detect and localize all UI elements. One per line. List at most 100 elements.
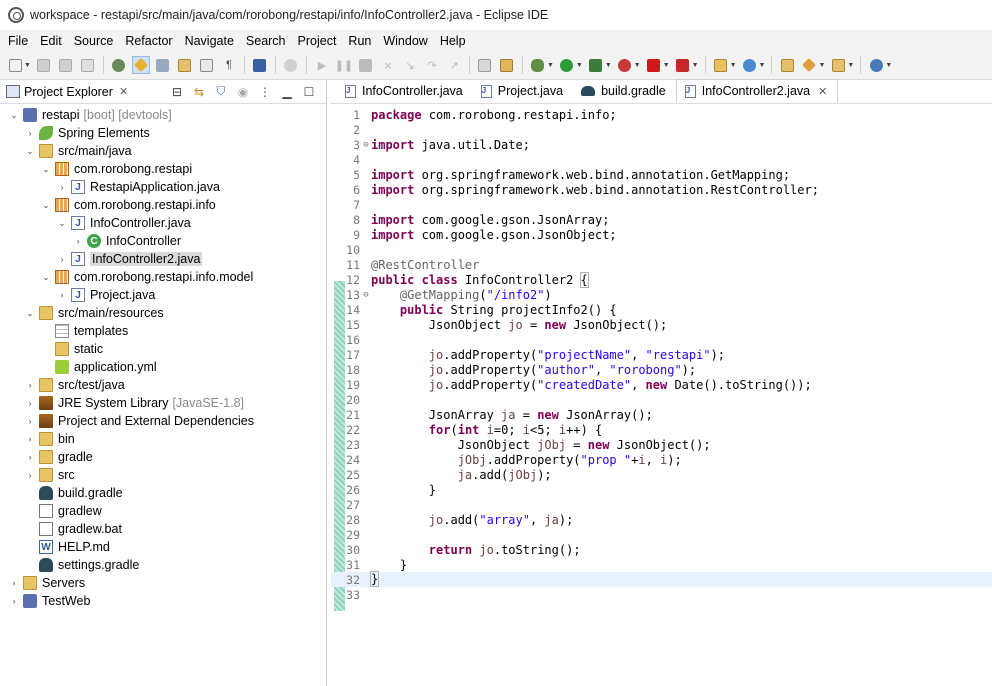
collapse-all-icon[interactable]: ⊟: [168, 83, 186, 101]
run-icon[interactable]: [558, 56, 576, 74]
code-area[interactable]: 1 package com.rorobong.restapi.info; 2 3 ⊖ im…: [331, 104, 992, 686]
tree-item[interactable]: ⌄ com.rorobong.restapi.info.model: [0, 268, 326, 286]
external-tools-icon[interactable]: [616, 56, 634, 74]
fold-toggle-icon[interactable]: ⊖: [361, 290, 371, 300]
code-line[interactable]: 8 import com.google.gson.JsonArray;: [331, 212, 992, 227]
menu-edit[interactable]: Edit: [34, 31, 68, 51]
menu-navigate[interactable]: Navigate: [179, 31, 240, 51]
tree-item[interactable]: › TestWeb: [0, 592, 326, 610]
drop-to-frame-icon[interactable]: [476, 56, 494, 74]
step-return-icon[interactable]: ↗: [445, 56, 463, 74]
toggle-block-selection-icon[interactable]: [154, 56, 172, 74]
new-dropdown-icon[interactable]: ▼: [24, 62, 31, 69]
save-icon[interactable]: [35, 56, 53, 74]
open-project-icon[interactable]: [778, 56, 796, 74]
coverage-icon[interactable]: [587, 56, 605, 74]
open-folder-dropdown-icon[interactable]: ▼: [847, 62, 854, 69]
suspend-icon[interactable]: ❚❚: [335, 56, 353, 74]
debug-icon[interactable]: [529, 56, 547, 74]
web-browser-dropdown-icon[interactable]: ▼: [885, 62, 892, 69]
editor-tab[interactable]: J Project.java: [473, 79, 573, 103]
search-tool-icon[interactable]: [800, 56, 818, 74]
stop-icon[interactable]: [645, 56, 663, 74]
tree-item[interactable]: ⌄ restapi [boot] [devtools]: [0, 106, 326, 124]
code-line[interactable]: 17 jo.addProperty("projectName", "restap…: [331, 347, 992, 362]
tree-item[interactable]: › bin: [0, 430, 326, 448]
expand-chevron-icon[interactable]: ⌄: [56, 217, 68, 229]
expand-chevron-icon[interactable]: ⌄: [24, 307, 36, 319]
stop-dropdown-icon[interactable]: ▼: [663, 62, 670, 69]
menu-run[interactable]: Run: [342, 31, 377, 51]
open-folder-icon[interactable]: [829, 56, 847, 74]
tree-item[interactable]: › Project and External Dependencies: [0, 412, 326, 430]
collapsed-chevron-icon[interactable]: ›: [72, 235, 84, 247]
collapsed-chevron-icon[interactable]: ›: [56, 181, 68, 193]
tree-item[interactable]: › Servers: [0, 574, 326, 592]
tree-item[interactable]: › J InfoController2.java: [0, 250, 326, 268]
mark-occurrences-icon[interactable]: [131, 56, 150, 74]
code-line[interactable]: 4: [331, 152, 992, 167]
filter-icon[interactable]: ⛉: [212, 83, 230, 101]
show-whitespace-icon[interactable]: ¶: [220, 56, 238, 74]
collapsed-chevron-icon[interactable]: ›: [24, 415, 36, 427]
tree-item[interactable]: ⌄ src/main/resources: [0, 304, 326, 322]
tree-item[interactable]: › src/test/java: [0, 376, 326, 394]
code-line[interactable]: 21 JsonArray ja = new JsonArray();: [331, 407, 992, 422]
minimize-icon[interactable]: ▁: [278, 83, 296, 101]
debug-dropdown-icon[interactable]: ▼: [547, 62, 554, 69]
expand-chevron-icon[interactable]: ⌄: [40, 271, 52, 283]
use-step-filters-icon[interactable]: [498, 56, 516, 74]
code-line[interactable]: 2: [331, 122, 992, 137]
code-line[interactable]: 13 ⊖ @GetMapping("/info2"): [331, 287, 992, 302]
expand-chevron-icon[interactable]: ⌄: [40, 163, 52, 175]
skip-breakpoints-icon[interactable]: [282, 56, 300, 74]
code-line[interactable]: 15 JsonObject jo = new JsonObject();: [331, 317, 992, 332]
menu-window[interactable]: Window: [377, 31, 433, 51]
disconnect-icon[interactable]: ⨯: [379, 56, 397, 74]
code-line[interactable]: 12 public class InfoController2 {: [331, 271, 992, 288]
code-line[interactable]: 18 jo.addProperty("author", "rorobong");: [331, 362, 992, 377]
maximize-icon[interactable]: ☐: [300, 83, 318, 101]
collapsed-chevron-icon[interactable]: ›: [56, 289, 68, 301]
code-line[interactable]: 11 @RestController: [331, 257, 992, 272]
new-class-dropdown-icon[interactable]: ▼: [759, 62, 766, 69]
code-line[interactable]: 16: [331, 332, 992, 347]
spring-boot-dashboard-icon[interactable]: [110, 56, 128, 74]
terminal-icon[interactable]: [251, 56, 269, 74]
new-icon[interactable]: [6, 56, 24, 74]
tab-project-explorer[interactable]: Project Explorer ✕: [6, 80, 136, 104]
menu-source[interactable]: Source: [68, 31, 120, 51]
code-line[interactable]: 27: [331, 497, 992, 512]
code-line[interactable]: 25 ja.add(jObj);: [331, 467, 992, 482]
tree-item[interactable]: ⌄ J InfoController.java: [0, 214, 326, 232]
menu-file[interactable]: File: [2, 31, 34, 51]
tree-item[interactable]: › src: [0, 466, 326, 484]
tree-item[interactable]: application.yml: [0, 358, 326, 376]
tree-item[interactable]: › C InfoController: [0, 232, 326, 250]
tree-item[interactable]: › J Project.java: [0, 286, 326, 304]
expand-chevron-icon[interactable]: ⌄: [40, 199, 52, 211]
code-line[interactable]: 10: [331, 242, 992, 257]
editor-tab[interactable]: J InfoController.java: [337, 79, 473, 103]
code-line[interactable]: 33: [331, 587, 992, 602]
external-tools-dropdown-icon[interactable]: ▼: [634, 62, 641, 69]
code-line[interactable]: 6 import org.springframework.web.bind.ann…: [331, 182, 992, 197]
new-java-project-dropdown-icon[interactable]: ▼: [730, 62, 737, 69]
expand-chevron-icon[interactable]: ⌄: [8, 109, 20, 121]
code-line[interactable]: 14 public String projectInfo2() {: [331, 302, 992, 317]
menu-project[interactable]: Project: [292, 31, 343, 51]
step-over-icon[interactable]: ↷: [423, 56, 441, 74]
new-java-project-icon[interactable]: [712, 56, 730, 74]
tree-item[interactable]: gradlew.bat: [0, 520, 326, 538]
collapsed-chevron-icon[interactable]: ›: [24, 433, 36, 445]
view-menu-icon[interactable]: ⋮: [256, 83, 274, 101]
collapsed-chevron-icon[interactable]: ›: [24, 127, 36, 139]
tree-item[interactable]: gradlew: [0, 502, 326, 520]
menu-help[interactable]: Help: [434, 31, 472, 51]
code-line[interactable]: 23 JsonObject jObj = new JsonObject();: [331, 437, 992, 452]
code-line[interactable]: 9 import com.google.gson.JsonObject;: [331, 227, 992, 242]
tree-item[interactable]: static: [0, 340, 326, 358]
tree-item[interactable]: ⌄ com.rorobong.restapi.info: [0, 196, 326, 214]
tree-item[interactable]: build.gradle: [0, 484, 326, 502]
code-line[interactable]: 31 }: [331, 557, 992, 572]
